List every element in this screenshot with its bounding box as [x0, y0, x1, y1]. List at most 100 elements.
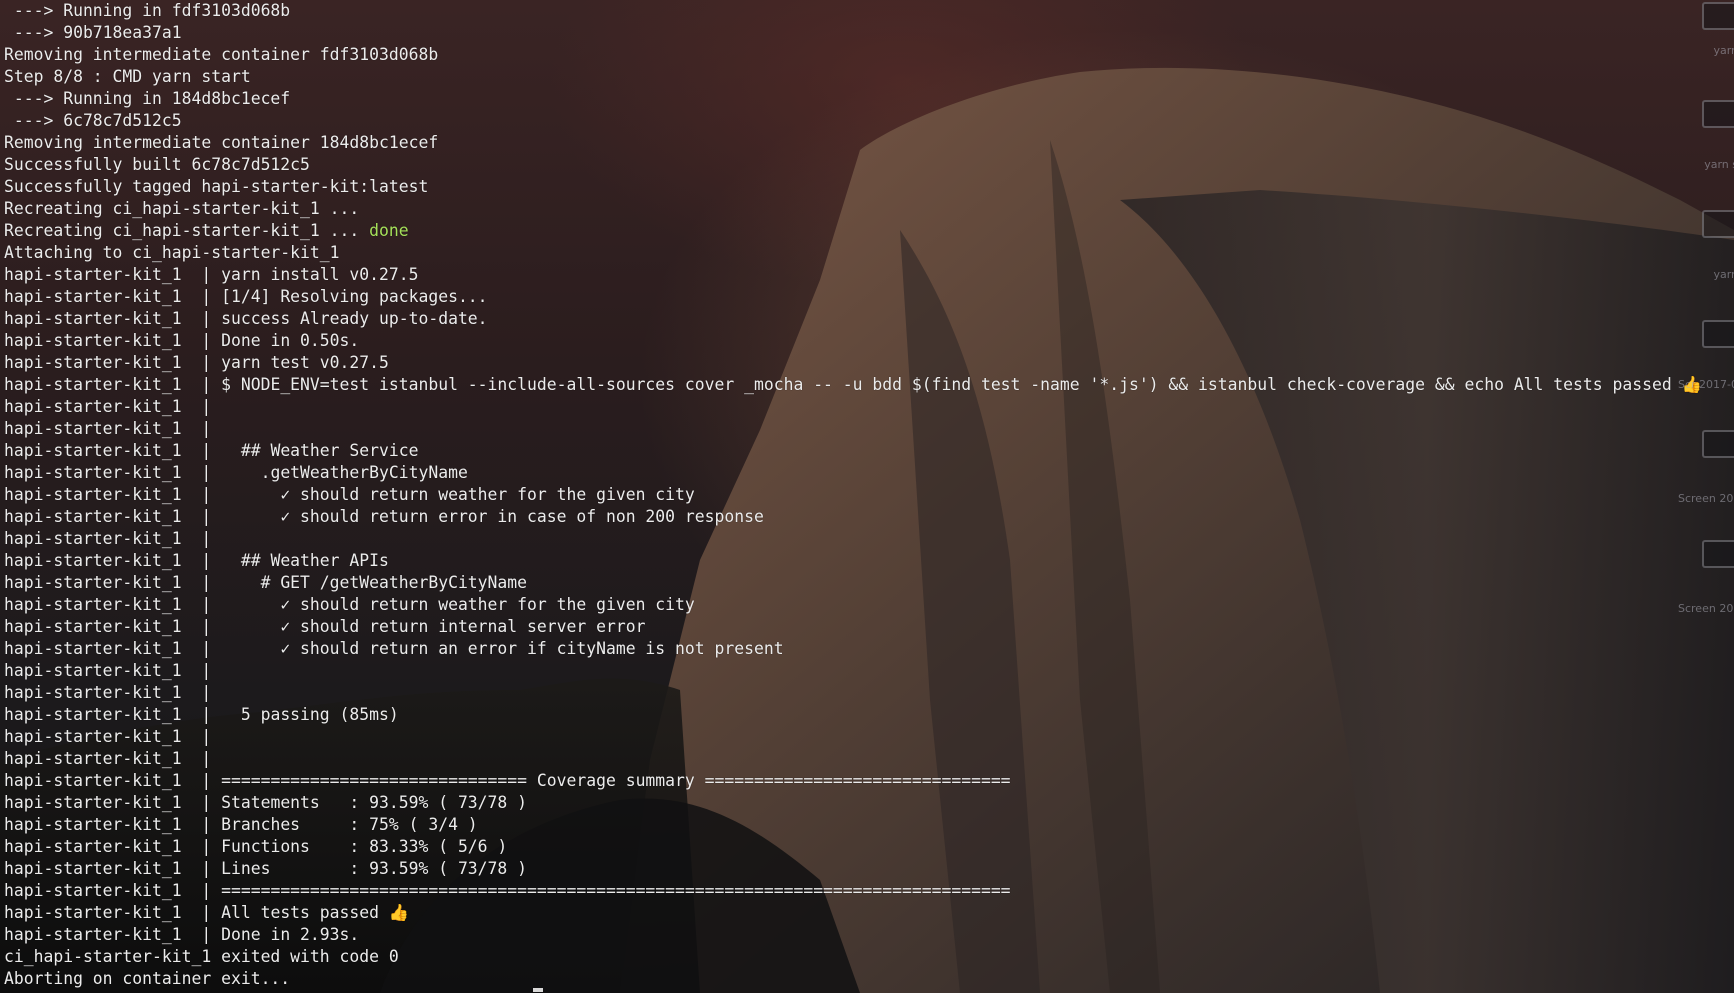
container-prefix: hapi-starter-kit_1 | [4, 309, 222, 328]
line-text: yarn install v0.27.5 [221, 265, 419, 284]
terminal-line: hapi-starter-kit_1 | [0, 528, 1705, 550]
line-text: yarn test v0.27.5 [221, 353, 389, 372]
terminal-line: ---> 90b718ea37a1 [0, 22, 1705, 44]
terminal-line: Removing intermediate container 184d8bc1… [0, 132, 1705, 154]
container-prefix: hapi-starter-kit_1 | [4, 793, 222, 812]
container-prefix: hapi-starter-kit_1 | [4, 331, 222, 350]
terminal-line: hapi-starter-kit_1 | Lines : 93.59% ( 73… [0, 858, 1705, 880]
line-text: =============================== Coverage… [221, 771, 1011, 790]
terminal-line: ci_hapi-starter-kit_1 exited with code 0 [0, 946, 1705, 968]
line-text: Successfully built 6c78c7d512c5 [4, 155, 310, 174]
line-text: ✓ should return error in case of non 200… [221, 507, 764, 526]
terminal-line: hapi-starter-kit_1 | [0, 748, 1705, 770]
terminal-line: hapi-starter-kit_1 | Statements : 93.59%… [0, 792, 1705, 814]
desktop-file-5-label: Screen 2017-08... [1678, 492, 1734, 505]
terminal-line: ---> 6c78c7d512c5 [0, 110, 1705, 132]
desktop-file-1-label: yarn [1713, 44, 1734, 57]
container-prefix: hapi-starter-kit_1 | [4, 749, 222, 768]
line-text: ---> 90b718ea37a1 [4, 23, 182, 42]
terminal-line: hapi-starter-kit_1 | All tests passed 👍 [0, 902, 1705, 924]
terminal-line: hapi-starter-kit_1 | [0, 726, 1705, 748]
line-text: Statements : 93.59% ( 73/78 ) [221, 793, 528, 812]
line-text: ---> 6c78c7d512c5 [4, 111, 182, 130]
container-prefix: hapi-starter-kit_1 | [4, 903, 222, 922]
terminal-line: hapi-starter-kit_1 | Done in 0.50s. [0, 330, 1705, 352]
desktop-file-2-icon[interactable] [1702, 100, 1734, 128]
line-text: .getWeatherByCityName [221, 463, 468, 482]
container-prefix: hapi-starter-kit_1 | [4, 551, 222, 570]
line-text: ✓ should return an error if cityName is … [221, 639, 784, 658]
terminal-line: hapi-starter-kit_1 | Branches : 75% ( 3/… [0, 814, 1705, 836]
terminal-line: Aborting on container exit... [0, 968, 1705, 990]
thumbs-up-icon: 👍 [388, 903, 410, 922]
container-prefix: hapi-starter-kit_1 | [4, 529, 222, 548]
line-text: ✓ should return internal server error [221, 617, 646, 636]
line-text: Branches : 75% ( 3/4 ) [221, 815, 478, 834]
line-text: [1/4] Resolving packages... [221, 287, 488, 306]
line-text: success Already up-to-date. [221, 309, 488, 328]
line-text: Attaching to ci_hapi-starter-kit_1 [4, 243, 340, 262]
terminal-line: hapi-starter-kit_1 | # GET /getWeatherBy… [0, 572, 1705, 594]
terminal-line: hapi-starter-kit_1 | ✓ should return wea… [0, 484, 1705, 506]
line-text: Lines : 93.59% ( 73/78 ) [221, 859, 528, 878]
terminal-line: hapi-starter-kit_1 | yarn install v0.27.… [0, 264, 1705, 286]
line-text: ## Weather APIs [221, 551, 389, 570]
terminal-line: ---> Running in fdf3103d068b [0, 0, 1705, 22]
terminal-line: hapi-starter-kit_1 | Done in 2.93s. [0, 924, 1705, 946]
desktop-file-3-icon[interactable] [1702, 210, 1734, 238]
container-prefix: hapi-starter-kit_1 | [4, 265, 222, 284]
desktop-file-4-label: Scr 2017-08... [1678, 378, 1734, 391]
terminal-line: hapi-starter-kit_1 | [0, 418, 1705, 440]
terminal-line: hapi-starter-kit_1 | ✓ should return wea… [0, 594, 1705, 616]
container-prefix: hapi-starter-kit_1 | [4, 375, 222, 394]
container-prefix: hapi-starter-kit_1 | [4, 639, 222, 658]
desktop-icons-strip: yarn yarn s yarn Scr 2017-08... Screen 2017-… [1672, 0, 1734, 993]
line-text: 5 passing (85ms) [221, 705, 399, 724]
terminal-line: hapi-starter-kit_1 | [0, 660, 1705, 682]
container-prefix: hapi-starter-kit_1 | [4, 925, 222, 944]
terminal-line: hapi-starter-kit_1 | ## Weather APIs [0, 550, 1705, 572]
terminal-line: hapi-starter-kit_1 | .getWeatherByCityNa… [0, 462, 1705, 484]
container-prefix: hapi-starter-kit_1 | [4, 815, 222, 834]
desktop-file-3-label: yarn [1713, 268, 1734, 281]
line-text: ✓ should return weather for the given ci… [221, 595, 695, 614]
desktop-file-5-icon[interactable] [1702, 430, 1734, 458]
desktop-screen: ---> Running in fdf3103d068b ---> 90b718… [0, 0, 1734, 993]
line-text: Functions : 83.33% ( 5/6 ) [221, 837, 508, 856]
terminal-line: Successfully built 6c78c7d512c5 [0, 154, 1705, 176]
terminal-line: ---> Running in 184d8bc1ecef [0, 88, 1705, 110]
container-prefix: hapi-starter-kit_1 | [4, 859, 222, 878]
container-prefix: hapi-starter-kit_1 | [4, 595, 222, 614]
terminal-line: hapi-starter-kit_1 | success Already up-… [0, 308, 1705, 330]
terminal-line: hapi-starter-kit_1 | Functions : 83.33% … [0, 836, 1705, 858]
terminal-line: hapi-starter-kit_1 | $ NODE_ENV=test ist… [0, 374, 1705, 396]
line-text: Recreating ci_hapi-starter-kit_1 ... [4, 221, 370, 240]
line-text: ## Weather Service [221, 441, 419, 460]
container-prefix: hapi-starter-kit_1 | [4, 837, 222, 856]
container-prefix: hapi-starter-kit_1 | [4, 683, 222, 702]
terminal-line: Successfully tagged hapi-starter-kit:lat… [0, 176, 1705, 198]
terminal-line: Step 8/8 : CMD yarn start [0, 66, 1705, 88]
container-prefix: hapi-starter-kit_1 | [4, 771, 222, 790]
terminal-line: hapi-starter-kit_1 | ✓ should return an … [0, 638, 1705, 660]
container-prefix: hapi-starter-kit_1 | [4, 881, 222, 900]
line-text: ========================================… [221, 881, 1011, 900]
desktop-file-2-label: yarn s [1704, 158, 1734, 171]
container-prefix: hapi-starter-kit_1 | [4, 485, 222, 504]
container-prefix: hapi-starter-kit_1 | [4, 463, 222, 482]
container-prefix: hapi-starter-kit_1 | [4, 573, 222, 592]
terminal-line: hapi-starter-kit_1 | ✓ should return int… [0, 616, 1705, 638]
container-prefix: hapi-starter-kit_1 | [4, 397, 222, 416]
terminal-line: hapi-starter-kit_1 | [0, 396, 1705, 418]
status-done: done [369, 221, 409, 240]
container-prefix: hapi-starter-kit_1 | [4, 419, 222, 438]
terminal-line: Recreating ci_hapi-starter-kit_1 ... don… [0, 220, 1705, 242]
desktop-file-4-icon[interactable] [1702, 320, 1734, 348]
desktop-file-1-icon[interactable] [1702, 2, 1734, 30]
container-prefix: hapi-starter-kit_1 | [4, 287, 222, 306]
terminal-line: hapi-starter-kit_1 | ✓ should return err… [0, 506, 1705, 528]
line-text: Removing intermediate container fdf3103d… [4, 45, 439, 64]
container-prefix: hapi-starter-kit_1 | [4, 353, 222, 372]
terminal-output[interactable]: ---> Running in fdf3103d068b ---> 90b718… [0, 0, 1705, 993]
desktop-file-6-icon[interactable] [1702, 540, 1734, 568]
